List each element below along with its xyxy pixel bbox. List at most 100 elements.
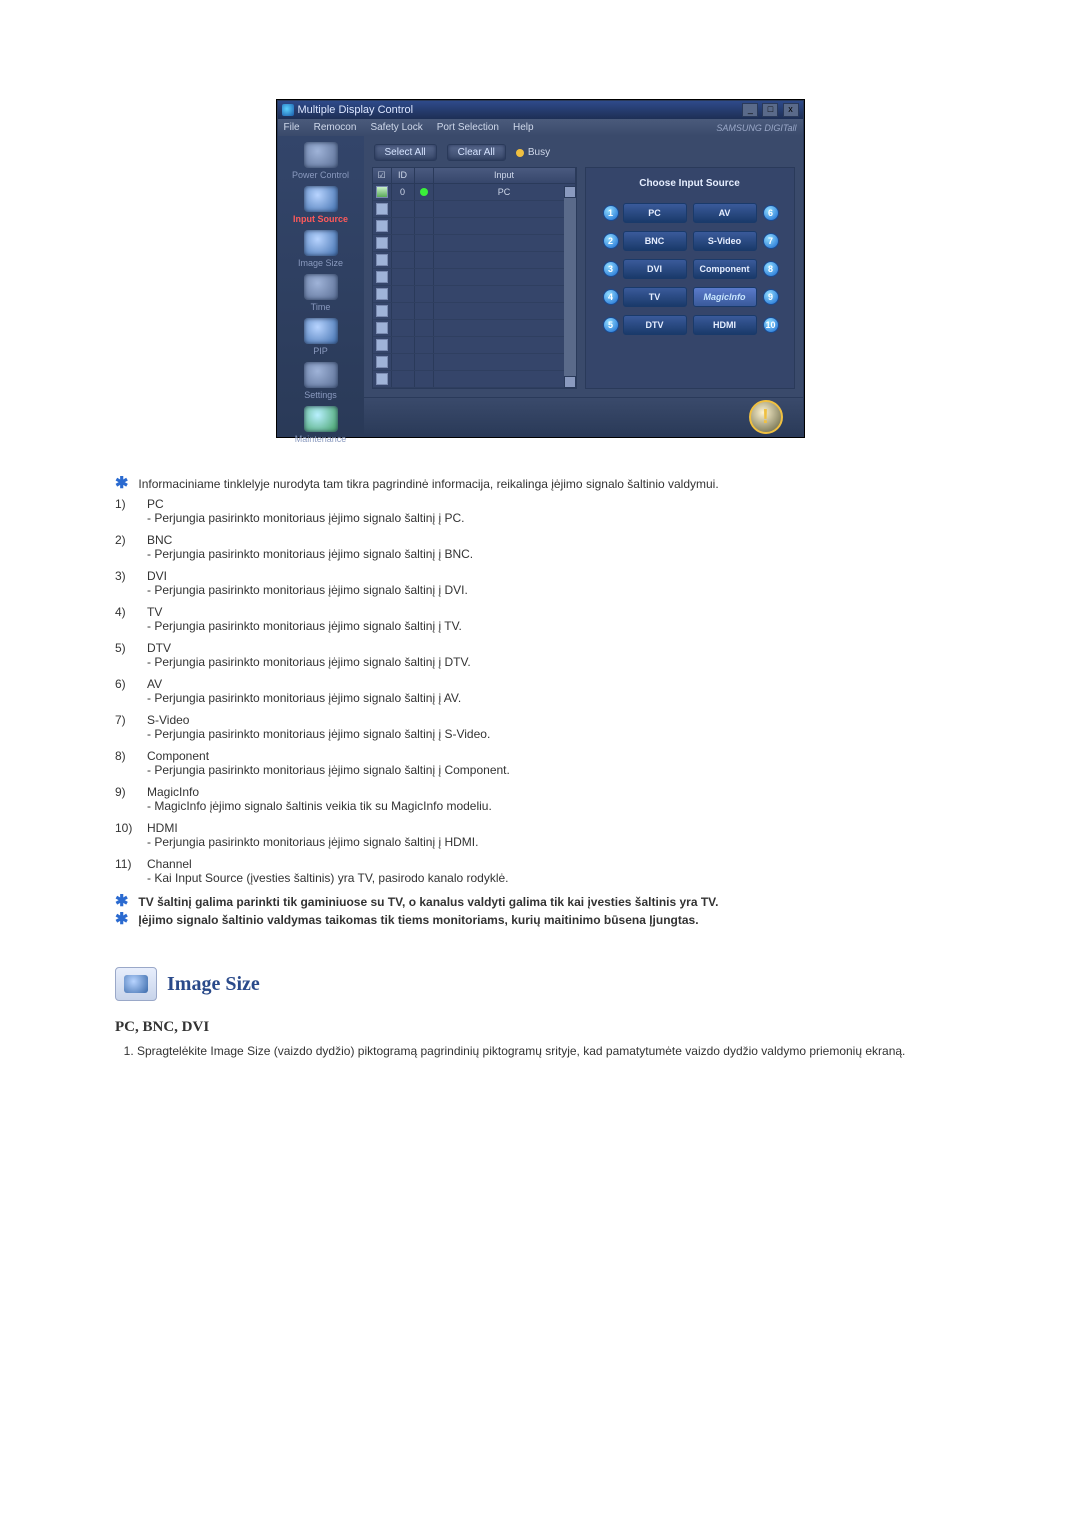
image-size-icon	[304, 230, 338, 256]
row-checkbox[interactable]	[376, 322, 388, 334]
select-all-button[interactable]: Select All	[374, 144, 437, 161]
badge-4: 4	[603, 289, 619, 305]
sidebar-item-label: Time	[311, 302, 331, 312]
window-controls: _ □ x	[741, 103, 798, 117]
source-hdmi-button[interactable]: HDMI	[693, 315, 757, 335]
list-item: 1)PC - Perjungia pasirinkto monitoriaus …	[115, 497, 965, 525]
menu-safety-lock[interactable]: Safety Lock	[370, 122, 422, 133]
sidebar-item-label: PIP	[313, 346, 328, 356]
sidebar-item-power-control[interactable]: Power Control	[284, 142, 358, 182]
status-dot-icon	[420, 188, 428, 196]
grid-row[interactable]	[373, 235, 576, 252]
row-checkbox[interactable]	[376, 373, 388, 385]
menu-port-selection[interactable]: Port Selection	[437, 122, 499, 133]
sidebar-item-maintenance[interactable]: Maintenance	[284, 406, 358, 446]
list-item: 11)Channel - Kai Input Source (įvesties …	[115, 857, 965, 885]
grid-scrollbar[interactable]	[564, 186, 576, 388]
menu-file[interactable]: File	[284, 122, 300, 133]
source-dvi-button[interactable]: DVI	[623, 259, 687, 279]
source-av-button[interactable]: AV	[693, 203, 757, 223]
star-icon: ✱	[115, 895, 128, 909]
menubar: File Remocon Safety Lock Port Selection …	[278, 119, 803, 136]
list-item: 4)TV - Perjungia pasirinkto monitoriaus …	[115, 605, 965, 633]
list-item: 10)HDMI - Perjungia pasirinkto monitoria…	[115, 821, 965, 849]
row-checkbox[interactable]	[376, 356, 388, 368]
intro-text: Informaciniame tinklelyje nurodyta tam t…	[138, 477, 718, 491]
intro-note: ✱ Informaciniame tinklelyje nurodyta tam…	[115, 477, 965, 491]
toolbar: Select All Clear All Busy	[364, 136, 803, 167]
sidebar-item-pip[interactable]: PIP	[284, 318, 358, 358]
grid-header-status	[415, 168, 434, 184]
row-checkbox[interactable]	[376, 288, 388, 300]
grid-header-check[interactable]: ☑	[373, 168, 392, 184]
list-item: 9)MagicInfo - MagicInfo įėjimo signalo š…	[115, 785, 965, 813]
image-size-heading-icon	[115, 967, 157, 1001]
app-body: Power Control Input Source Image Size Ti…	[278, 136, 803, 436]
source-magicinfo-button[interactable]: MagicInfo	[693, 287, 757, 307]
star-icon: ✱	[115, 477, 128, 491]
close-button[interactable]: x	[783, 103, 799, 117]
display-grid: ☑ ID Input 0 PC	[372, 167, 577, 389]
badge-5: 5	[603, 317, 619, 333]
row-checkbox[interactable]	[376, 220, 388, 232]
row-checkbox[interactable]	[376, 271, 388, 283]
sidebar-item-settings[interactable]: Settings	[284, 362, 358, 402]
settings-icon	[304, 362, 338, 388]
grid-row[interactable]	[373, 303, 576, 320]
grid-row[interactable]: 0 PC	[373, 184, 576, 201]
document-body: ✱ Informaciniame tinklelyje nurodyta tam…	[115, 477, 965, 1058]
badge-10: 10	[763, 317, 779, 333]
window-title: Multiple Display Control	[298, 104, 414, 116]
grid-header: ☑ ID Input	[373, 168, 576, 184]
menu-remocon[interactable]: Remocon	[314, 122, 357, 133]
grid-row[interactable]	[373, 286, 576, 303]
grid-row[interactable]	[373, 354, 576, 371]
grid-row[interactable]	[373, 371, 576, 388]
grid-row[interactable]	[373, 337, 576, 354]
list-item: 2)BNC - Perjungia pasirinkto monitoriaus…	[115, 533, 965, 561]
input-source-panel: Choose Input Source 1 PC AV 6 2 BNC S-Vi…	[585, 167, 795, 389]
source-dtv-button[interactable]: DTV	[623, 315, 687, 335]
sidebar-item-image-size[interactable]: Image Size	[284, 230, 358, 270]
list-item: 3)DVI - Perjungia pasirinkto monitoriaus…	[115, 569, 965, 597]
grid-row[interactable]	[373, 252, 576, 269]
clear-all-button[interactable]: Clear All	[447, 144, 506, 161]
sidebar-item-input-source[interactable]: Input Source	[284, 186, 358, 226]
row-checkbox[interactable]	[376, 186, 388, 198]
scroll-down-icon[interactable]	[564, 376, 576, 388]
list-item: 7)S-Video - Perjungia pasirinkto monitor…	[115, 713, 965, 741]
row-checkbox[interactable]	[376, 203, 388, 215]
note-1: ✱ TV šaltinį galima parinkti tik gaminiu…	[115, 895, 965, 909]
scroll-up-icon[interactable]	[564, 186, 576, 198]
brand-label: SAMSUNG DIGITall	[716, 123, 796, 133]
row-checkbox[interactable]	[376, 254, 388, 266]
source-pc-button[interactable]: PC	[623, 203, 687, 223]
sidebar-item-label: Power Control	[292, 170, 349, 180]
steps-list: Spragtelėkite Image Size (vaizdo dydžio)…	[115, 1044, 965, 1058]
grid-row[interactable]	[373, 269, 576, 286]
source-svideo-button[interactable]: S-Video	[693, 231, 757, 251]
row-checkbox[interactable]	[376, 339, 388, 351]
row-checkbox[interactable]	[376, 237, 388, 249]
grid-row[interactable]	[373, 201, 576, 218]
grid-header-input: Input	[434, 168, 576, 184]
busy-label: Busy	[528, 147, 550, 158]
menu-help[interactable]: Help	[513, 122, 534, 133]
sub-heading: PC, BNC, DVI	[115, 1019, 965, 1036]
grid-row[interactable]	[373, 320, 576, 337]
minimize-button[interactable]: _	[742, 103, 758, 117]
sidebar-item-time[interactable]: Time	[284, 274, 358, 314]
main-area: Select All Clear All Busy ☑ ID Input	[364, 136, 803, 436]
source-bnc-button[interactable]: BNC	[623, 231, 687, 251]
list-item: 8)Component - Perjungia pasirinkto monit…	[115, 749, 965, 777]
source-tv-button[interactable]: TV	[623, 287, 687, 307]
grid-row[interactable]	[373, 218, 576, 235]
maximize-button[interactable]: □	[762, 103, 778, 117]
source-component-button[interactable]: Component	[693, 259, 757, 279]
busy-dot-icon	[516, 149, 524, 157]
titlebar[interactable]: Multiple Display Control _ □ x	[278, 101, 803, 119]
note-text: Įėjimo signalo šaltinio valdymas taikoma…	[138, 913, 698, 927]
badge-7: 7	[763, 233, 779, 249]
row-input: PC	[434, 184, 576, 200]
row-checkbox[interactable]	[376, 305, 388, 317]
